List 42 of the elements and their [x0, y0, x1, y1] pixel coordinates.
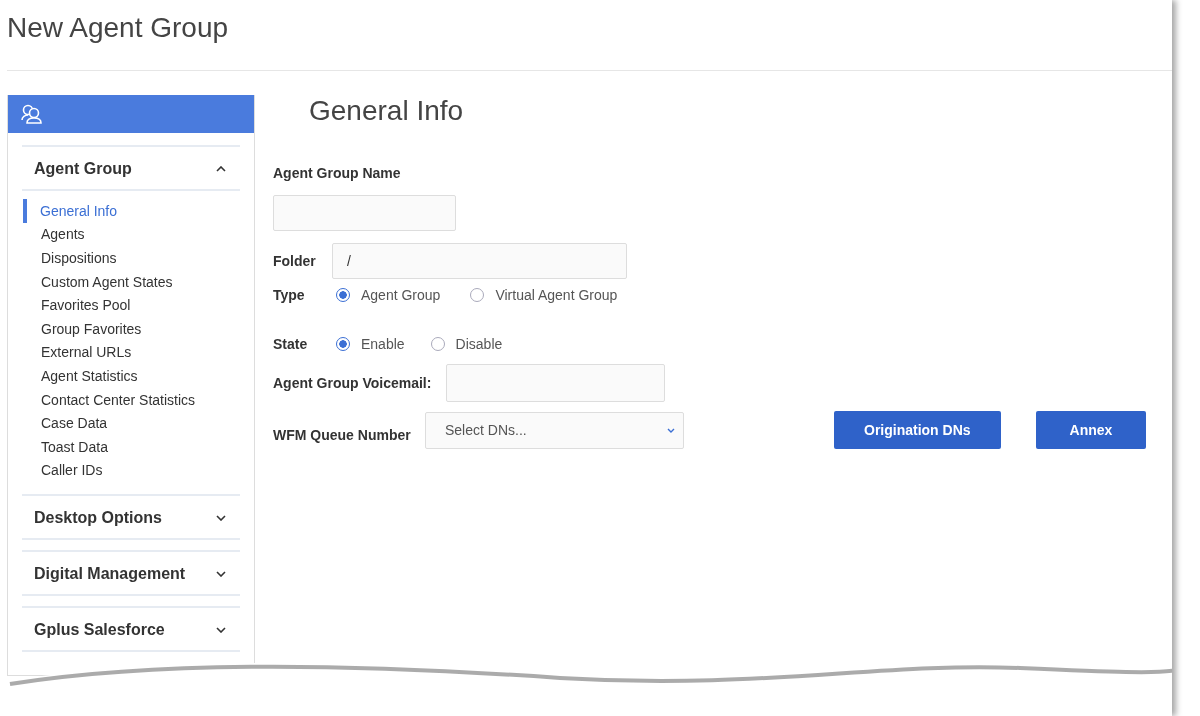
chevron-up-icon: [216, 166, 226, 172]
field-label: WFM Queue Number: [273, 427, 412, 443]
page-title: New Agent Group: [6, 11, 230, 45]
radio-button[interactable]: [336, 337, 350, 351]
sidebar-item[interactable]: Favorites Pool: [22, 293, 240, 317]
input-field[interactable]: /: [332, 243, 627, 279]
section-header[interactable]: Gplus Salesforce: [22, 608, 240, 653]
select-dropdown[interactable]: Select DNs...: [425, 411, 684, 449]
chevron-down-icon: [216, 571, 226, 578]
agents-icon: [21, 104, 43, 124]
sidebar-item[interactable]: General Info: [23, 199, 240, 223]
sidebar-item[interactable]: Custom Agent States: [22, 269, 240, 294]
field-label: Type: [273, 287, 306, 303]
sidebar-item[interactable]: Caller IDs: [22, 458, 240, 483]
field-label: Agent Group Name: [273, 165, 402, 181]
radio-label: Virtual Agent Group: [495, 287, 618, 303]
sidebar-item[interactable]: Toast Data: [22, 434, 240, 459]
chevron-down-icon: [216, 627, 226, 634]
field-label: Agent Group Voicemail:: [273, 375, 433, 391]
chevron-down-icon: [667, 427, 675, 433]
field-label: State: [273, 336, 309, 352]
sidebar-item[interactable]: Dispositions: [22, 246, 240, 270]
radio-label: Disable: [455, 336, 503, 352]
sidebar-item[interactable]: Case Data: [22, 411, 240, 435]
input-field[interactable]: [273, 195, 456, 231]
field-label: Folder: [273, 253, 317, 269]
action-button[interactable]: Annex: [1035, 411, 1147, 449]
section-heading: General Info: [309, 95, 465, 127]
radio-label: Agent Group: [361, 287, 441, 303]
radio-button[interactable]: [336, 288, 350, 302]
section-header[interactable]: Digital Management: [22, 552, 240, 597]
sidebar-item[interactable]: Agents: [22, 222, 240, 247]
sidebar-item[interactable]: Group Favorites: [22, 316, 240, 341]
sidebar-item[interactable]: Contact Center Statistics: [22, 387, 240, 412]
radio-label: Enable: [361, 336, 405, 352]
chevron-down-icon: [216, 515, 226, 522]
action-button[interactable]: Origination DNs: [834, 411, 1001, 449]
sidebar-item[interactable]: Agent Statistics: [22, 364, 240, 388]
input-field[interactable]: [446, 364, 665, 402]
section-header[interactable]: Agent Group: [22, 147, 240, 191]
sidebar-item[interactable]: External URLs: [22, 340, 240, 365]
section-header[interactable]: Desktop Options: [22, 496, 240, 541]
